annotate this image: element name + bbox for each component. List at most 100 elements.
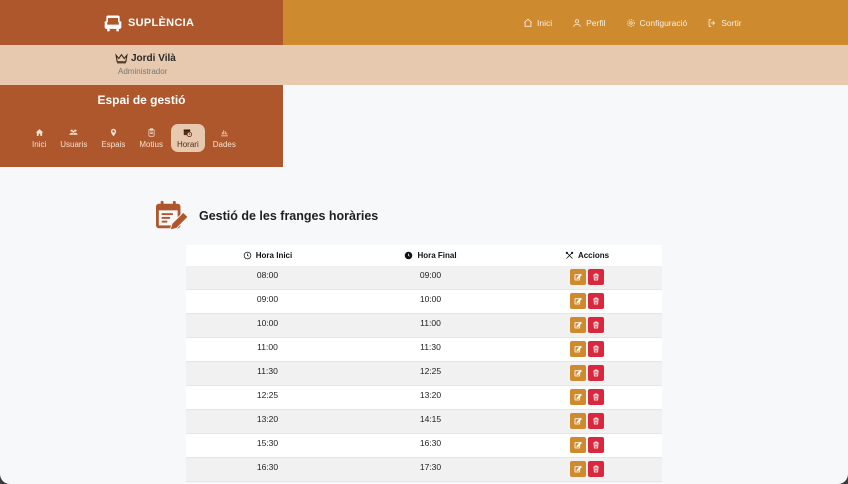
tab-horari[interactable]: Horari [170, 124, 205, 152]
user-name: Jordi Vilà [115, 53, 176, 64]
cell-hora-final: 11:30 [420, 342, 441, 352]
delete-button[interactable] [588, 437, 604, 453]
user-bar: Jordi Vilà Administrador [0, 45, 848, 85]
section-header: Gestió de les franges horàries [155, 200, 378, 232]
edit-button[interactable] [570, 341, 586, 357]
nav-item-perfil[interactable]: Perfil [572, 18, 606, 28]
edit-button[interactable] [570, 413, 586, 429]
cell-hora-inici: 11:00 [257, 342, 278, 352]
trash-icon [593, 369, 599, 377]
edit-button[interactable] [570, 365, 586, 381]
delete-button[interactable] [588, 269, 604, 285]
chart-icon [220, 129, 228, 136]
clipboard-icon [148, 127, 155, 137]
edit-button[interactable] [570, 269, 586, 285]
header-hora-inici: Hora Inici [186, 251, 349, 260]
edit-icon [574, 369, 582, 377]
cell-actions [512, 410, 662, 429]
cell-actions [512, 434, 662, 453]
edit-icon [574, 273, 582, 281]
calendar-clock-icon [184, 129, 193, 137]
tab-label: Horari [176, 139, 199, 149]
app-window: SUPLÈNCIA Inici Perfil Configuració Sort… [0, 0, 848, 484]
header-label: Hora Final [417, 251, 457, 260]
tab-label: Usuaris [60, 139, 88, 149]
cell-hora-final: 17:30 [419, 462, 442, 472]
tab-label: Motius [139, 139, 163, 149]
main-nav: Inici Perfil Configuració Sortir [283, 0, 848, 45]
user-role: Administrador [118, 67, 168, 76]
map-pin-icon [110, 128, 116, 136]
trash-icon [593, 321, 599, 329]
table-row: 12:25 13:20 [186, 386, 662, 410]
cell-actions [512, 314, 662, 333]
delete-button[interactable] [588, 389, 604, 405]
cell-actions [512, 386, 662, 405]
trash-icon [593, 441, 599, 449]
edit-button[interactable] [570, 389, 586, 405]
trash-icon [593, 345, 599, 353]
crown-icon [115, 53, 128, 64]
cell-hora-final: 13:20 [419, 390, 442, 400]
edit-button[interactable] [570, 317, 586, 333]
delete-button[interactable] [588, 341, 604, 357]
section-title: Gestió de les franges horàries [199, 209, 379, 223]
nav-label: Configuració [639, 17, 688, 28]
table-body: 08:00 09:00 09:00 10:00 10:00 11:00 11:0… [186, 266, 662, 482]
header-label: Accions [577, 251, 610, 260]
delete-button[interactable] [588, 413, 604, 429]
header-accions: Accions [512, 251, 662, 260]
tab-usuaris[interactable]: Usuaris [54, 124, 93, 152]
table-header: Hora Inici Hora Final Accions [186, 245, 662, 266]
clock-outline-icon [243, 251, 252, 260]
nav-item-sortir[interactable]: Sortir [707, 17, 742, 28]
cell-hora-final: 16:30 [419, 438, 442, 448]
armchair-icon [104, 15, 122, 31]
cell-hora-final: 11:00 [420, 318, 441, 328]
edit-button[interactable] [570, 293, 586, 309]
delete-button[interactable] [588, 293, 604, 309]
trash-icon [593, 417, 599, 425]
trash-icon [593, 273, 599, 281]
cell-hora-final: 10:00 [419, 294, 442, 304]
edit-button[interactable] [570, 437, 586, 453]
edit-icon [574, 345, 582, 353]
table-row: 08:00 09:00 [186, 266, 662, 290]
tab-dades[interactable]: Dades [207, 124, 242, 152]
tab-inici[interactable]: Inici [26, 124, 52, 152]
nav-label: Sortir [721, 17, 742, 28]
management-tabs: Inici Usuaris Espais Motius Horari Dades [26, 124, 244, 152]
edit-button[interactable] [570, 461, 586, 477]
brand[interactable]: SUPLÈNCIA [0, 0, 283, 45]
clock-filled-icon [405, 251, 413, 260]
management-panel: Espai de gestió Inici Usuaris Espais Mot… [0, 85, 283, 167]
cell-hora-inici: 11:30 [257, 366, 278, 376]
header-hora-final: Hora Final [349, 251, 512, 260]
gear-icon [626, 18, 635, 27]
tab-label: Dades [212, 139, 236, 149]
table-row: 11:00 11:30 [186, 338, 662, 362]
top-bar: SUPLÈNCIA Inici Perfil Configuració Sort… [0, 0, 848, 45]
delete-button[interactable] [588, 317, 604, 333]
tab-motius[interactable]: Motius [133, 124, 169, 152]
edit-icon [574, 321, 582, 329]
tools-icon [565, 251, 574, 259]
table-row: 13:20 14:15 [186, 410, 662, 434]
tab-espais[interactable]: Espais [95, 124, 131, 152]
delete-button[interactable] [588, 365, 604, 381]
cell-hora-inici: 16:30 [256, 462, 279, 472]
nav-item-configuracio[interactable]: Configuració [626, 17, 688, 28]
user-name-text: Jordi Vilà [131, 53, 176, 64]
nav-item-inici[interactable]: Inici [523, 18, 552, 28]
calendar-edit-icon [156, 200, 189, 231]
tab-label: Inici [32, 139, 47, 149]
delete-button[interactable] [588, 461, 604, 477]
cell-actions [512, 362, 662, 381]
user-icon [573, 18, 581, 27]
table-row: 09:00 10:00 [186, 290, 662, 314]
table-row: 16:30 17:30 [186, 458, 662, 482]
cell-actions [512, 266, 662, 285]
table-row: 15:30 16:30 [186, 434, 662, 458]
cell-hora-inici: 12:25 [256, 390, 279, 400]
nav-label: Inici [537, 17, 553, 28]
